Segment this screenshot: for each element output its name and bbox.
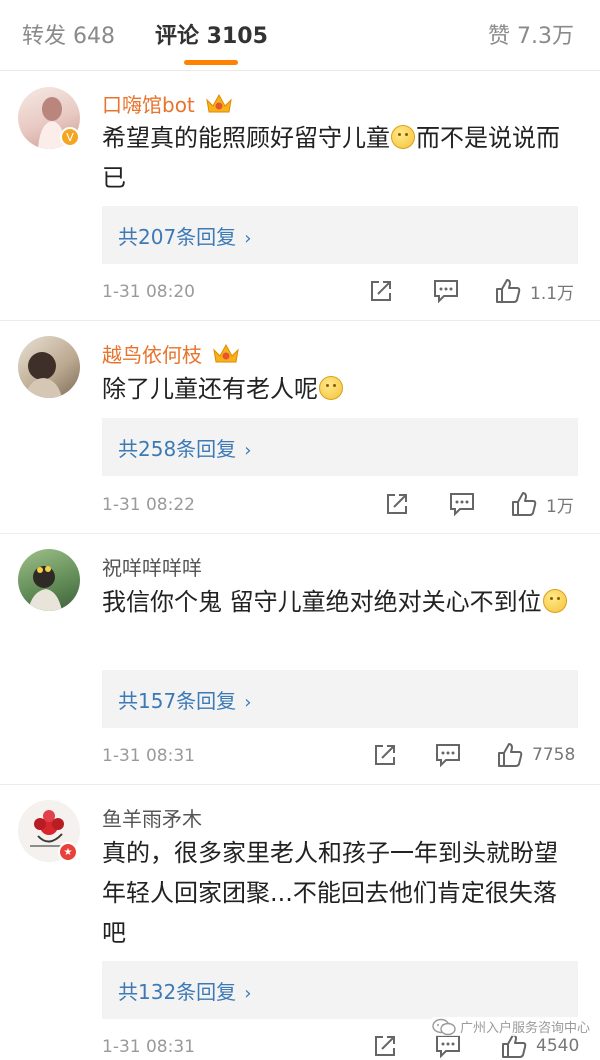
reply-count: 共132条回复 — [118, 980, 237, 1004]
chevron-right-icon: › — [244, 440, 252, 461]
comment-username[interactable]: 越鸟依何枝 — [102, 339, 240, 368]
active-tab-indicator — [184, 60, 238, 65]
comment-text-part: 我信你个鬼 留守儿童绝对绝对关心不到位 — [102, 588, 542, 616]
reply-thread-link[interactable]: 共157条回复 › — [102, 670, 578, 728]
tab-like[interactable]: 赞 7.3万 — [488, 18, 574, 50]
smile-emoji-icon — [391, 125, 415, 149]
comment-button[interactable] — [448, 491, 476, 517]
comment-username[interactable]: 口嗨馆bot — [102, 89, 233, 118]
repost-button[interactable] — [372, 742, 398, 768]
comment-icon — [436, 744, 460, 768]
avatar[interactable] — [18, 336, 80, 398]
wechat-icon — [432, 1018, 456, 1035]
comment-username[interactable]: 鱼羊雨矛木 — [102, 803, 202, 832]
comment-text-part: 真的，很多家里老人和孩子一年到头就盼望年轻人回家团聚...不能回去他们肯定很失落… — [102, 839, 558, 947]
like-count: 7758 — [532, 745, 576, 765]
comment-timestamp: 1-31 08:22 — [102, 495, 195, 515]
repost-icon — [375, 745, 395, 765]
comment-text: 真的，很多家里老人和孩子一年到头就盼望年轻人回家团聚...不能回去他们肯定很失落… — [102, 833, 572, 953]
comment-timestamp: 1-31 08:20 — [102, 282, 195, 302]
reply-count: 共258条回复 — [118, 437, 237, 461]
tab-repost[interactable]: 转发 648 — [22, 18, 115, 50]
like-button[interactable]: 4540 — [500, 1032, 579, 1060]
vip-crown-icon — [206, 93, 232, 113]
avatar[interactable] — [18, 549, 80, 611]
repost-button[interactable] — [368, 278, 394, 304]
reply-count: 共207条回复 — [118, 225, 237, 249]
comment-text: 我信你个鬼 留守儿童绝对绝对关心不到位 — [102, 582, 572, 622]
avatar-figure-icon — [24, 352, 62, 398]
watermark-text: 广州入户服务咨询中心 — [459, 1021, 590, 1036]
comment-item: ★ 鱼羊雨矛木 真的，很多家里老人和孩子一年到头就盼望年轻人回家团聚...不能回… — [0, 785, 600, 1059]
like-count: 1万 — [546, 496, 574, 517]
username-text: 鱼羊雨矛木 — [102, 807, 202, 831]
avatar-figure-icon — [28, 566, 62, 611]
thumbs-up-icon — [498, 743, 523, 767]
repost-icon — [387, 494, 407, 514]
chevron-right-icon: › — [244, 983, 252, 1004]
watermark: 广州入户服务咨询中心 — [431, 1017, 590, 1036]
reply-thread-link[interactable]: 共258条回复 › — [102, 418, 578, 476]
reply-thread-link[interactable]: 共207条回复 › — [102, 206, 578, 264]
reply-count: 共157条回复 — [118, 689, 237, 713]
thumbs-up-icon — [496, 279, 521, 303]
comment-text-part: 除了儿童还有老人呢 — [102, 375, 318, 403]
tab-comment[interactable]: 评论 3105 — [155, 18, 268, 50]
smile-emoji-icon — [542, 589, 567, 613]
comment-timestamp: 1-31 08:31 — [102, 746, 195, 766]
comment-text: 除了儿童还有老人呢 — [102, 369, 572, 409]
thumbs-up-icon — [502, 1034, 527, 1058]
chevron-right-icon: › — [244, 228, 252, 249]
like-button[interactable]: 1万 — [510, 490, 574, 518]
comment-item: V 口嗨馆bot 希望真的能照顾好留守儿童 而不是说说而已 共207条回复 › 1-… — [0, 71, 600, 321]
comment-button[interactable] — [432, 278, 460, 304]
chevron-right-icon: › — [244, 692, 252, 713]
like-button[interactable]: 1.1万 — [494, 277, 574, 305]
comment-timestamp: 1-31 08:31 — [102, 1037, 195, 1057]
username-text: 祝咩咩咩咩 — [102, 556, 202, 580]
like-button[interactable]: 7758 — [496, 741, 575, 769]
thumbs-up-icon — [512, 492, 537, 516]
vip-crown-icon — [213, 343, 240, 363]
comment-button[interactable] — [434, 742, 462, 768]
repost-icon — [371, 281, 391, 301]
like-count: 4540 — [536, 1036, 580, 1056]
verified-badge-icon: V — [60, 127, 80, 147]
comment-icon — [434, 280, 458, 304]
reply-thread-link[interactable]: 共132条回复 › — [102, 961, 578, 1019]
comment-item: 祝咩咩咩咩 我信你个鬼 留守儿童绝对绝对关心不到位 共157条回复 › 1-31 … — [0, 534, 600, 785]
repost-button[interactable] — [384, 491, 410, 517]
comment-icon — [436, 1035, 460, 1059]
username-text: 越鸟依何枝 — [102, 343, 202, 367]
comment-item: 越鸟依何枝 除了儿童还有老人呢 共258条回复 › 1-31 08:22 1万 — [0, 321, 600, 534]
comment-button[interactable] — [434, 1033, 462, 1059]
like-count: 1.1万 — [530, 283, 575, 304]
star-badge-icon: ★ — [58, 842, 78, 862]
comment-username[interactable]: 祝咩咩咩咩 — [102, 552, 202, 581]
comment-icon — [450, 493, 474, 517]
repost-icon — [375, 1036, 395, 1056]
tab-bar: 转发 648 评论 3105 赞 7.3万 — [0, 0, 600, 71]
smile-emoji-icon — [319, 376, 343, 400]
comment-text-part: 希望真的能照顾好留守儿童 — [102, 124, 390, 152]
username-text: 口嗨馆bot — [102, 93, 195, 117]
comment-text: 希望真的能照顾好留守儿童 而不是说说而已 — [102, 118, 572, 198]
repost-button[interactable] — [372, 1033, 398, 1059]
